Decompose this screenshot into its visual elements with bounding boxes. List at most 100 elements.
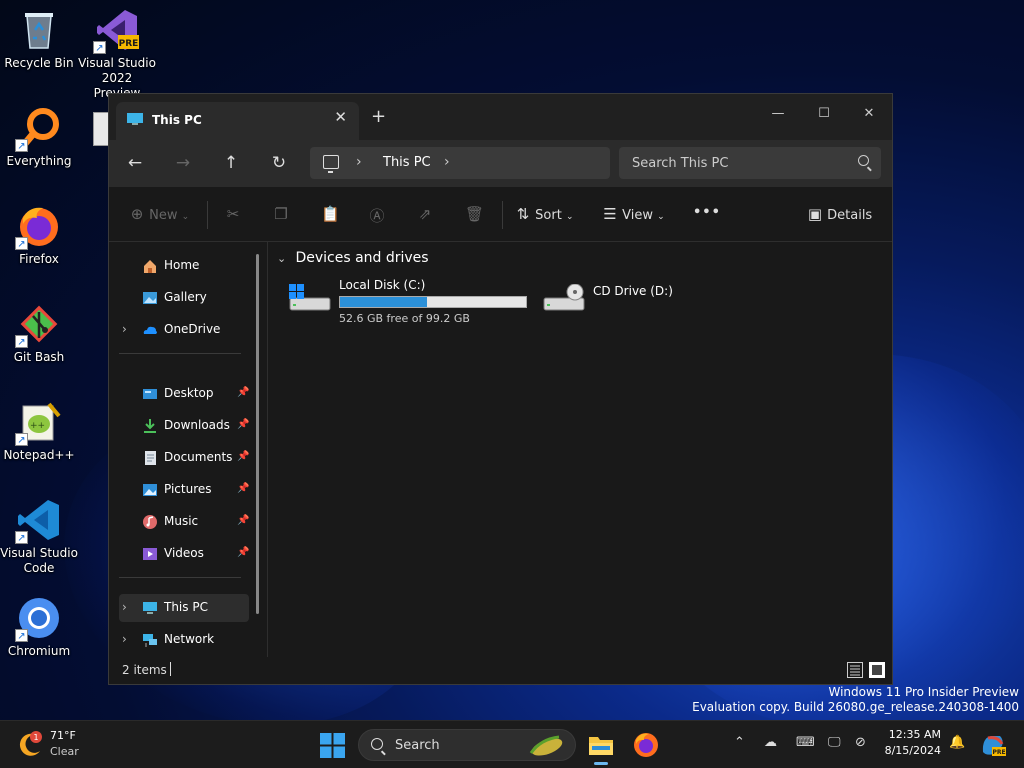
shortcut-arrow-icon: ↗ (15, 433, 28, 446)
desktop-icon-label: Everything (6, 154, 72, 168)
sidebar-item-videos[interactable]: Videos 📌 (119, 540, 249, 568)
pin-icon[interactable]: 📌 (237, 451, 249, 462)
close-tab-icon[interactable]: ✕ (334, 108, 347, 126)
desktop-icon-firefox[interactable]: ↗ Firefox (0, 204, 78, 267)
documents-icon (145, 451, 156, 465)
refresh-button[interactable]: ↻ (265, 150, 293, 178)
chevron-right-icon[interactable]: › (122, 632, 127, 646)
address-bar[interactable]: › This PC › (310, 147, 610, 179)
chevron-right-icon[interactable]: › (444, 154, 450, 170)
chevron-right-icon[interactable]: › (122, 600, 127, 614)
sort-button[interactable]: ⇅ Sort ⌄ (515, 205, 574, 225)
chevron-right-icon[interactable]: › (122, 322, 127, 336)
details-pane-icon: ▣ (807, 205, 823, 223)
sidebar-scrollbar[interactable] (256, 254, 259, 614)
network-status-icon[interactable]: ⊘ (855, 735, 866, 750)
pin-icon[interactable]: 📌 (237, 547, 249, 558)
up-button[interactable]: ↑ (217, 150, 245, 178)
chevron-down-icon: ⌄ (565, 212, 574, 222)
view-button[interactable]: ☰ View ⌄ (602, 205, 664, 225)
cut-button[interactable]: ✂ (225, 205, 241, 225)
tab-this-pc[interactable]: This PC ✕ (116, 102, 359, 140)
keyboard-icon[interactable]: ⌨ (796, 735, 815, 750)
sidebar-item-downloads[interactable]: Downloads 📌 (119, 412, 249, 440)
pin-icon[interactable]: 📌 (237, 483, 249, 494)
desktop-icon-chromium[interactable]: ↗ Chromium (0, 596, 78, 659)
sidebar-item-music[interactable]: Music 📌 (119, 508, 249, 536)
new-button[interactable]: ⊕ New ⌄ (129, 205, 189, 225)
desktop-icon-label: Chromium (7, 644, 71, 658)
sidebar-item-gallery[interactable]: Gallery (119, 284, 249, 312)
pane-splitter[interactable] (267, 242, 268, 658)
svg-text:PRE: PRE (992, 749, 1005, 756)
more-options-button[interactable]: ••• (693, 205, 721, 225)
pictures-icon (143, 484, 157, 496)
sidebar-item-label: Music (164, 514, 199, 528)
search-input[interactable] (619, 147, 881, 179)
file-explorer-window: This PC ✕ + — ☐ ✕ ← → ↑ ↻ › This PC › ⊕ … (108, 93, 893, 685)
desktop-icon-everything[interactable]: ↗ Everything (0, 106, 78, 169)
share-button[interactable]: ⇗ (417, 205, 433, 225)
back-button[interactable]: ← (121, 150, 149, 178)
taskbar-file-explorer[interactable] (587, 731, 615, 765)
breadcrumb[interactable]: This PC (383, 155, 431, 170)
large-icons-view-button[interactable] (869, 662, 885, 678)
drive-item-c[interactable]: Local Disk (C:) 52.6 GB free of 99.2 GB (289, 276, 539, 328)
desktop-icon-notepad-plus-plus[interactable]: ++ ↗ Notepad++ (0, 400, 78, 463)
taskbar-search[interactable]: Search (358, 729, 576, 761)
copy-button[interactable]: ❐ (273, 205, 289, 225)
sidebar-item-label: Videos (164, 546, 204, 560)
pin-icon[interactable]: 📌 (237, 387, 249, 398)
onedrive-cloud-icon (143, 326, 157, 334)
sidebar-item-pictures[interactable]: Pictures 📌 (119, 476, 249, 504)
search-box[interactable] (619, 147, 881, 179)
sidebar-item-network[interactable]: › Network (119, 626, 249, 654)
recycle-bin-icon (17, 8, 61, 52)
pin-icon[interactable]: 📌 (237, 419, 249, 430)
drive-name: Local Disk (C:) (339, 278, 426, 292)
start-button[interactable] (320, 733, 345, 758)
onedrive-tray-icon[interactable]: ☁ (764, 735, 777, 750)
new-tab-button[interactable]: + (371, 106, 386, 127)
notification-bell-icon[interactable]: 🔔 (949, 735, 965, 750)
sort-label: Sort (535, 208, 562, 223)
paste-button[interactable]: 📋 (321, 205, 340, 225)
display-icon[interactable]: 🖵 (828, 735, 841, 750)
sidebar-item-desktop[interactable]: Desktop 📌 (119, 380, 249, 408)
title-bar: This PC ✕ + — ☐ ✕ (109, 94, 892, 140)
details-view-button[interactable] (847, 662, 863, 678)
desktop-icon-label: Recycle Bin (4, 56, 74, 70)
desktop-icon-git-bash[interactable]: ↗ Git Bash (0, 302, 78, 365)
desktop-icon-recycle-bin[interactable]: Recycle Bin (0, 8, 78, 71)
sidebar-item-this-pc[interactable]: › This PC (119, 594, 249, 622)
taskbar-firefox[interactable] (632, 731, 660, 759)
shortcut-arrow-icon: ↗ (15, 629, 28, 642)
details-button[interactable]: ▣ Details (807, 205, 872, 225)
sidebar-item-documents[interactable]: Documents 📌 (119, 444, 249, 472)
sidebar-item-home[interactable]: Home (119, 252, 249, 280)
minimize-button[interactable]: — (755, 100, 801, 130)
pin-icon[interactable]: 📌 (237, 515, 249, 526)
drive-item-d[interactable]: CD Drive (D:) (543, 276, 703, 328)
desktop-file-icon[interactable] (93, 112, 109, 146)
delete-button[interactable]: 🗑 (465, 205, 484, 225)
system-clock[interactable]: 12:35 AM 8/15/2024 (883, 727, 941, 759)
clock-date: 8/15/2024 (884, 744, 941, 757)
copy-icon: ❐ (274, 205, 288, 223)
show-hidden-icons-button[interactable]: ⌃ (734, 735, 745, 750)
shortcut-arrow-icon: ↗ (15, 237, 28, 250)
active-app-indicator (594, 762, 608, 765)
desktop-icon-visual-studio[interactable]: PRE ↗ Visual Studio 2022 Preview (78, 8, 156, 101)
close-window-button[interactable]: ✕ (846, 100, 892, 130)
group-header[interactable]: ⌄ Devices and drives (277, 250, 429, 266)
rename-icon: Ⓐ (369, 207, 385, 225)
chevron-right-icon[interactable]: › (356, 154, 362, 170)
maximize-button[interactable]: ☐ (801, 100, 847, 130)
sidebar-item-onedrive[interactable]: › OneDrive (119, 316, 249, 344)
rename-button[interactable]: Ⓐ (369, 205, 385, 225)
drive-usage-fill (340, 297, 428, 307)
desktop-icon-vscode[interactable]: ↗ Visual Studio Code (0, 498, 78, 576)
forward-button[interactable]: → (169, 150, 197, 178)
notepad-plus-plus-icon: ++ ↗ (15, 400, 61, 446)
copilot-button[interactable]: PRE (980, 732, 1006, 758)
